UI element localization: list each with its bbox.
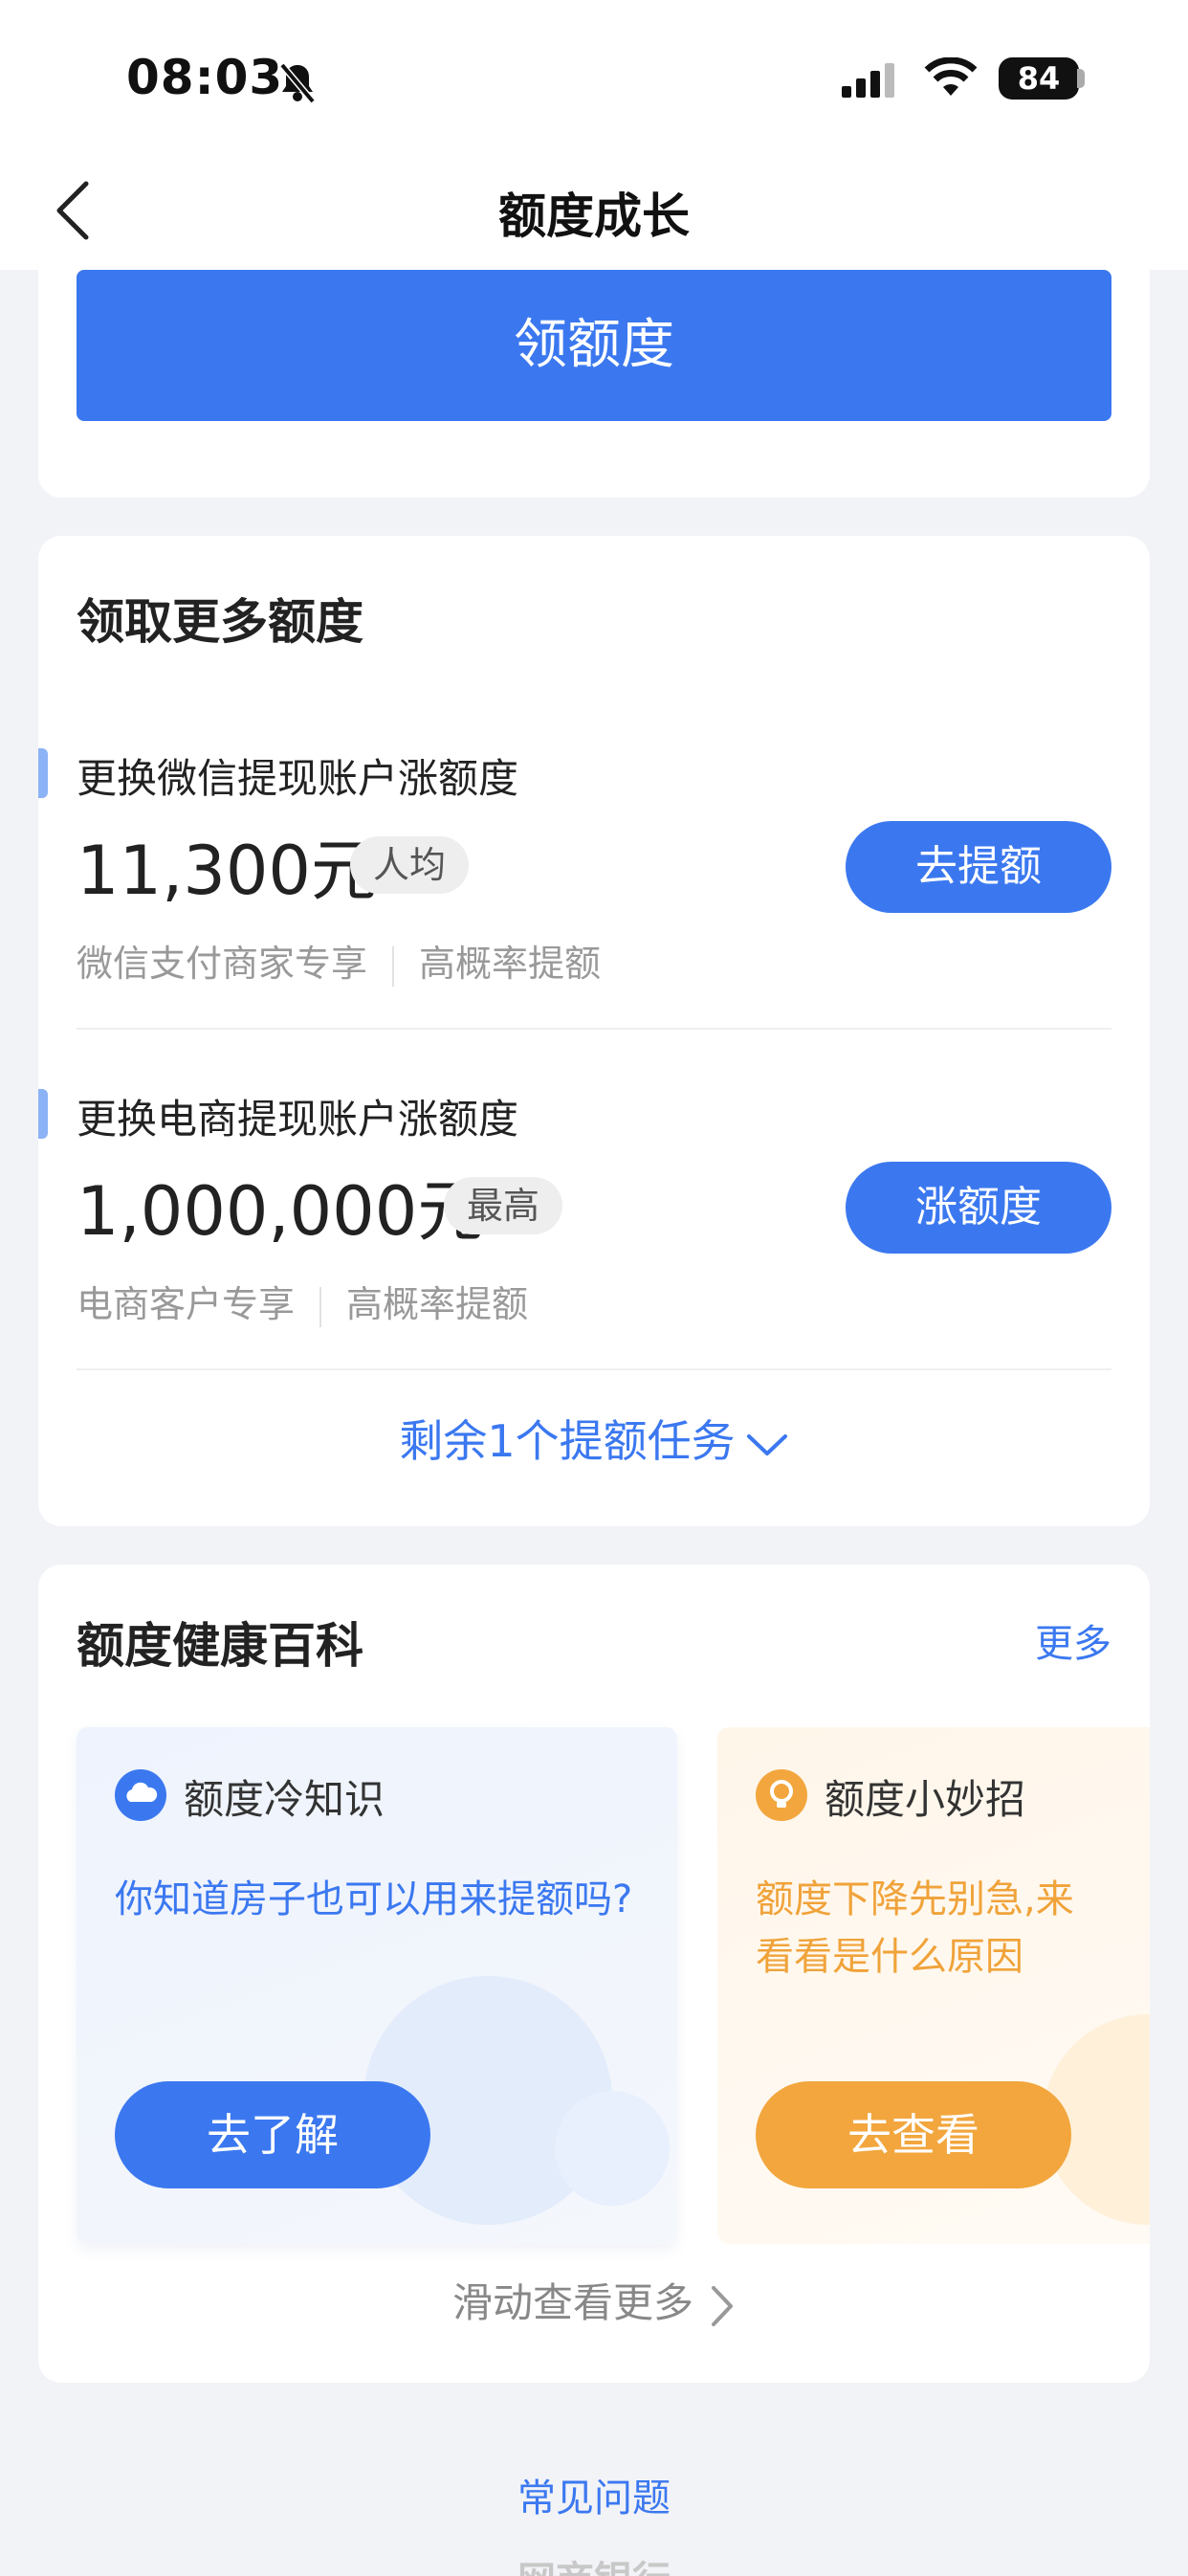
more-link[interactable]: 更多: [1035, 1612, 1111, 1668]
task-item: 更换微信提现账户涨额度 11,300元 人均 微信支付商家专享 高概率提额 去提额: [38, 737, 1150, 1077]
swipe-more-hint[interactable]: 滑动查看更多: [38, 2271, 1150, 2329]
battery-cap: [1077, 69, 1085, 88]
task-badge: 最高: [444, 1177, 563, 1234]
task-accent-bar: [38, 1089, 48, 1139]
decor-circle: [555, 2091, 670, 2206]
task-tag: 高概率提额: [419, 943, 602, 985]
tip-card-heading: 额度冷知识: [184, 1776, 385, 1823]
tip-card-tips[interactable]: 额度小妙招 额度下降先别急,来看看是什么原因 去查看: [717, 1727, 1150, 2244]
bell-muted-icon: [277, 61, 318, 107]
check-it-button[interactable]: 去查看: [756, 2081, 1071, 2188]
page-title: 额度成长: [498, 189, 690, 244]
task-tags: 微信支付商家专享 高概率提额: [77, 934, 601, 987]
cloud-icon: [115, 1769, 166, 1825]
divider: [77, 1368, 1111, 1370]
encyclopedia-card: 额度健康百科 更多 额度冷知识 你知道房子也可以用来提额吗? 去了解 额度小妙招…: [38, 1565, 1150, 2383]
wifi-icon: [924, 56, 978, 101]
tip-card-heading: 额度小妙招: [825, 1776, 1026, 1823]
task-item: 更换电商提现账户涨额度 1,000,000元 最高 电商客户专享 高概率提额 涨额…: [38, 1077, 1150, 1418]
status-bar: 08:03 84: [0, 0, 1188, 159]
status-time: 08:03: [126, 50, 284, 105]
swipe-more-label: 滑动查看更多: [451, 2279, 693, 2326]
chevron-down-icon: [746, 1433, 787, 1455]
more-quota-title: 领取更多额度: [77, 594, 363, 650]
lightbulb-icon: [756, 1769, 807, 1825]
tip-card-text: 额度下降先别急,来看看是什么原因: [756, 1877, 1074, 1979]
encyclopedia-title: 额度健康百科: [77, 1618, 363, 1674]
claim-quota-button[interactable]: 领额度: [77, 270, 1111, 421]
bank-logo: 网商银行: [0, 2549, 1188, 2576]
task-badge: 人均: [350, 836, 470, 894]
divider: [77, 1028, 1111, 1030]
tip-card-text: 你知道房子也可以用来提额吗?: [115, 1877, 633, 1921]
task-tag: 高概率提额: [346, 1283, 529, 1325]
task-amount: 1,000,000元: [77, 1172, 485, 1251]
task-amount: 11,300元: [77, 832, 378, 910]
task-accent-bar: [38, 748, 48, 798]
cellular-signal-icon: [842, 63, 899, 101]
faq-link[interactable]: 常见问题: [0, 2467, 1188, 2522]
task-tags: 电商客户专享 高概率提额: [77, 1275, 528, 1327]
task-tag: 微信支付商家专享: [77, 943, 368, 985]
tag-separator: [392, 945, 395, 987]
more-quota-card: 领取更多额度 更换微信提现账户涨额度 11,300元 人均 微信支付商家专享高概…: [38, 536, 1150, 1526]
raise-quota-button[interactable]: 去提额: [846, 821, 1111, 913]
task-tag: 电商客户专享: [77, 1283, 296, 1325]
tip-card-knowledge[interactable]: 额度冷知识 你知道房子也可以用来提额吗? 去了解: [77, 1727, 677, 2244]
remaining-tasks-toggle[interactable]: 剩余1个提额任务: [38, 1407, 1150, 1470]
task-title: 更换微信提现账户涨额度: [77, 755, 519, 802]
task-title: 更换电商提现账户涨额度: [77, 1096, 519, 1143]
remaining-tasks-label: 剩余1个提额任务: [399, 1415, 736, 1467]
tag-separator: [319, 1286, 322, 1327]
increase-quota-button[interactable]: 涨额度: [846, 1162, 1111, 1254]
chevron-right-icon: [712, 2285, 733, 2326]
battery-indicator: 84: [999, 57, 1079, 100]
learn-more-button[interactable]: 去了解: [115, 2081, 430, 2188]
